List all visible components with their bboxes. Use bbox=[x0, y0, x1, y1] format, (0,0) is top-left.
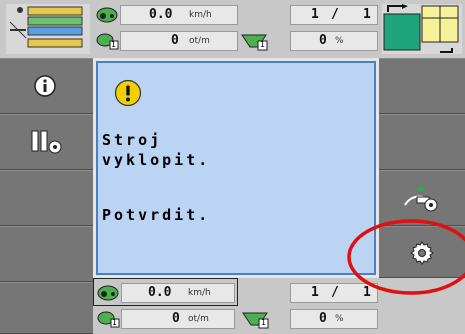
info-button[interactable] bbox=[0, 58, 93, 114]
rpm-unit: ot/m bbox=[189, 36, 210, 46]
bottom-hopper-icon: 1 bbox=[241, 309, 271, 329]
dialog-message-line-2: vyklopit. bbox=[102, 151, 211, 169]
confirmation-dialog[interactable]: Stroj vyklopit. Potvrdit. bbox=[93, 58, 379, 278]
bottom-page-current: 1 bbox=[311, 285, 319, 300]
bottom-speed-icon bbox=[97, 283, 119, 301]
left-softkey-3[interactable] bbox=[0, 170, 93, 226]
pto-badge: 1 bbox=[111, 40, 116, 49]
info-icon bbox=[34, 75, 56, 97]
percent-readout: 0 % bbox=[290, 31, 378, 51]
left-softkey-4[interactable] bbox=[0, 226, 93, 282]
page-separator: / bbox=[331, 7, 339, 22]
dialog-message-line-1: Stroj bbox=[102, 131, 163, 149]
page-counter[interactable]: 1 / 1 bbox=[290, 5, 378, 25]
right-softkey-1[interactable] bbox=[379, 58, 465, 114]
speed-value: 0.0 bbox=[149, 7, 173, 22]
left-softkey-panel bbox=[0, 58, 93, 334]
percent-value: 0 bbox=[319, 33, 327, 48]
speed-icon bbox=[96, 5, 118, 23]
machine-settings-icon bbox=[30, 127, 64, 157]
speed-unit: km/h bbox=[189, 10, 212, 20]
hopper-icon: 1 bbox=[240, 31, 270, 51]
bottom-pto-icon: 1 bbox=[97, 309, 121, 329]
pto-icon: 1 bbox=[96, 31, 120, 51]
implement-settings-icon bbox=[401, 183, 441, 213]
bottom-percent-readout: 0 % bbox=[290, 309, 378, 329]
top-status-bar: 0.0 km/h 1 / 1 1 0 ot/m 1 0 % bbox=[0, 0, 465, 58]
screen-layout-icon[interactable] bbox=[382, 4, 462, 54]
page-total: 1 bbox=[363, 7, 371, 22]
bottom-speed-unit: km/h bbox=[188, 288, 211, 298]
implement-diagram-icon[interactable] bbox=[6, 4, 90, 54]
speed-readout: 0.0 km/h bbox=[120, 5, 238, 25]
dialog-frame: Stroj vyklopit. Potvrdit. bbox=[96, 61, 376, 275]
rpm-value: 0 bbox=[171, 33, 179, 48]
bottom-percent-unit: % bbox=[335, 314, 344, 324]
bottom-pto-badge: 1 bbox=[112, 318, 117, 327]
highlight-circle bbox=[343, 216, 465, 298]
dialog-confirm-prompt: Potvrdit. bbox=[102, 206, 211, 224]
bottom-rpm-unit: ot/m bbox=[188, 314, 209, 324]
rpm-readout: 0 ot/m bbox=[120, 31, 238, 51]
bottom-speed-value: 0.0 bbox=[148, 285, 172, 300]
page-current: 1 bbox=[311, 7, 319, 22]
bottom-percent-value: 0 bbox=[319, 311, 327, 326]
bottom-hopper-badge: 1 bbox=[261, 318, 266, 327]
bottom-rpm-readout: 0 ot/m bbox=[121, 309, 235, 329]
bottom-page-separator: / bbox=[331, 285, 339, 300]
left-softkey-5[interactable] bbox=[0, 282, 93, 334]
bottom-rpm-value: 0 bbox=[172, 311, 180, 326]
bottom-speed-readout: 0.0 km/h bbox=[121, 283, 235, 303]
warning-icon bbox=[114, 79, 142, 107]
percent-unit: % bbox=[335, 36, 344, 46]
hopper-badge: 1 bbox=[260, 40, 265, 49]
machine-settings-button[interactable] bbox=[0, 114, 93, 170]
right-softkey-2[interactable] bbox=[379, 114, 465, 170]
